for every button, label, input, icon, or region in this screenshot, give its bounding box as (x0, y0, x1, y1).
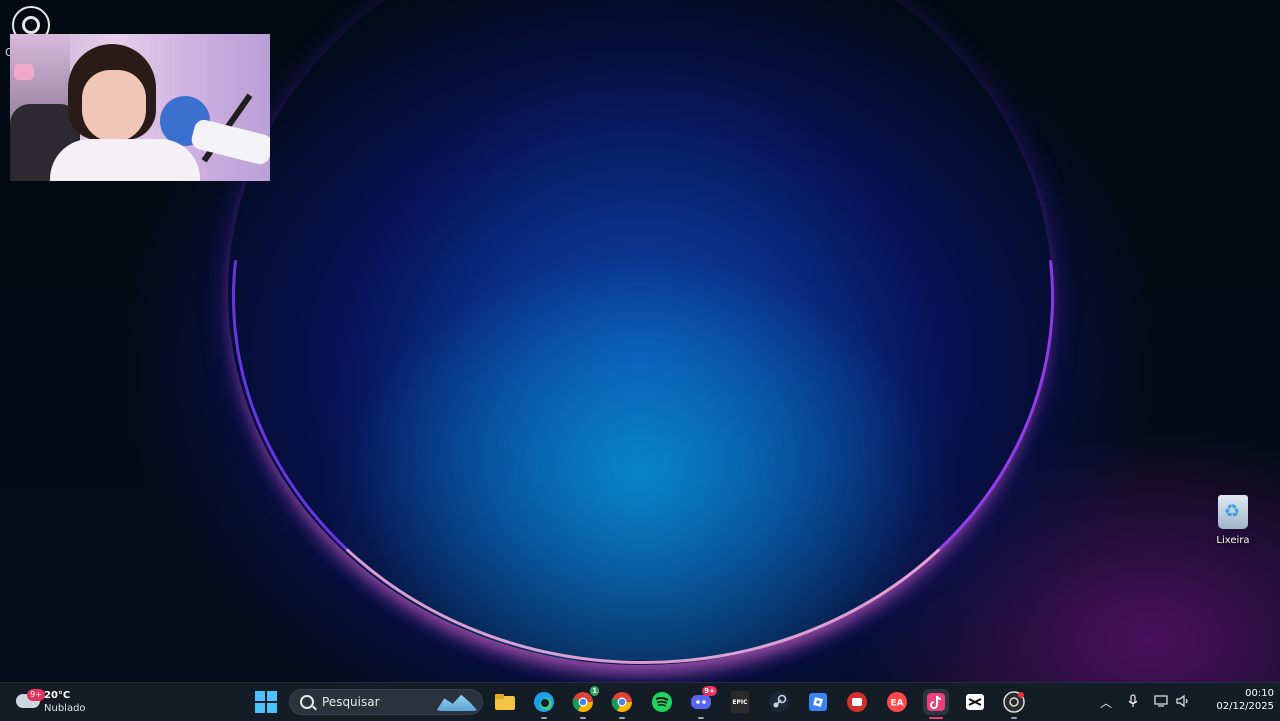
system-tray: ︿ (1098, 691, 1193, 713)
roblox-icon (809, 693, 827, 711)
edge-icon (534, 692, 554, 712)
discord-badge: 9+ (702, 686, 717, 696)
taskbar: 9+ 20°C Nublado Pesquisar 1 9+ EPIC EA ︿… (0, 682, 1280, 721)
start-button[interactable] (255, 691, 277, 713)
taskbar-discord[interactable]: 9+ (688, 686, 717, 719)
epic-games-icon: EPIC (731, 691, 749, 713)
weather-condition: Nublado (44, 703, 86, 714)
taskbar-red-app[interactable] (844, 689, 870, 715)
microphone-icon[interactable] (1128, 694, 1138, 711)
clock[interactable]: 00:10 02/12/2025 (1198, 687, 1274, 713)
taskbar-chrome[interactable] (609, 689, 635, 719)
recycle-bin-icon (1218, 495, 1248, 529)
recycle-bin-label: Lixeira (1216, 535, 1250, 546)
taskbar-spotify[interactable] (649, 689, 675, 715)
desktop-wallpaper: O Lixeira (0, 0, 1280, 682)
folder-icon (495, 694, 515, 710)
chevron-up-icon[interactable]: ︿ (1100, 694, 1112, 711)
taskbar-chrome-profile[interactable]: 1 (570, 686, 599, 719)
chrome-badge: 1 (590, 686, 599, 696)
volume-icon[interactable] (1176, 694, 1190, 711)
weather-widget[interactable]: 9+ 20°C Nublado (14, 688, 114, 716)
taskbar-steam[interactable] (766, 689, 792, 715)
recycle-bin-desktop-icon[interactable]: Lixeira (1208, 495, 1258, 546)
network-icon[interactable] (1154, 694, 1170, 711)
clock-time: 00:10 (1245, 688, 1274, 699)
search-icon (300, 695, 314, 709)
taskbar-edge[interactable] (531, 689, 557, 719)
ea-icon: EA (887, 692, 907, 712)
search-box[interactable]: Pesquisar (289, 689, 483, 715)
svg-text:EA: EA (890, 699, 903, 709)
search-placeholder: Pesquisar (322, 695, 380, 709)
spotify-icon (652, 692, 672, 712)
weather-temperature: 20°C (44, 690, 71, 701)
chrome-icon (611, 692, 632, 712)
windows-logo-icon (255, 691, 265, 701)
weather-badge: 9+ (27, 689, 45, 701)
taskbar-capcut[interactable] (962, 689, 988, 715)
capcut-icon (966, 694, 984, 710)
steam-icon (769, 692, 789, 712)
taskbar-obs[interactable] (1001, 689, 1027, 719)
taskbar-ea[interactable]: EA (884, 689, 910, 715)
taskbar-tiktok[interactable] (923, 689, 949, 719)
taskbar-file-explorer[interactable] (492, 689, 518, 715)
clock-date: 02/12/2025 (1216, 701, 1274, 712)
search-highlight-icon (436, 694, 478, 711)
taskbar-epic-games[interactable]: EPIC (727, 689, 753, 715)
taskbar-roblox[interactable] (805, 689, 831, 715)
tiktok-icon (927, 693, 945, 711)
red-app-icon (847, 692, 867, 712)
webcam-overlay (10, 34, 270, 181)
obs-icon (1003, 691, 1025, 713)
